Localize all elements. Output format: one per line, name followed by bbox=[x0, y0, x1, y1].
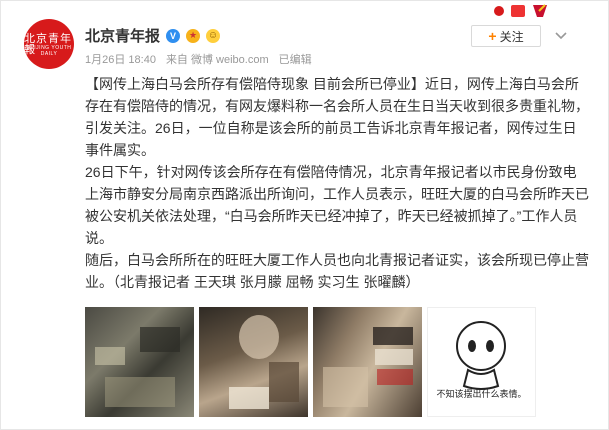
post-meta: 1月26日 18:40 来自 微博 weibo.com 已编辑 bbox=[85, 51, 312, 67]
verified-v-icon[interactable]: V bbox=[166, 28, 181, 43]
avatar-logo-subtext: BEIJING YOUTH DAILY bbox=[26, 45, 72, 57]
medal-icon[interactable]: ★ bbox=[186, 28, 201, 43]
image-thumbnail-1[interactable] bbox=[85, 307, 194, 417]
avatar[interactable]: 北京青年報 BEIJING YOUTH DAILY bbox=[24, 19, 74, 69]
chevron-down-icon[interactable] bbox=[550, 25, 572, 47]
post-paragraph-1: 【网传上海白马会所存有偿陪侍现象 目前会所已停业】近日，网传上海白马会所存在有偿… bbox=[85, 76, 589, 158]
follow-label: 关注 bbox=[499, 29, 524, 44]
smile-emoji-icon[interactable]: ☺ bbox=[206, 28, 221, 43]
image-thumbnail-2[interactable] bbox=[199, 307, 308, 417]
post-paragraph-3: 随后，白马会所所在的旺旺大厦工作人员也向北青报记者证实，该会所现已停止营业。（北… bbox=[85, 252, 589, 290]
meme-image-thumbnail[interactable]: 不知该摆出什么表情。 bbox=[427, 307, 536, 417]
post-date[interactable]: 1月26日 18:40 bbox=[85, 51, 156, 67]
image-thumbnail-3[interactable] bbox=[313, 307, 422, 417]
account-name[interactable]: 北京青年报 bbox=[85, 25, 160, 46]
image-thumbnails: 不知该摆出什么表情。 bbox=[85, 307, 536, 417]
meme-caption: 不知该摆出什么表情。 bbox=[436, 389, 527, 399]
festive-decoration-icon bbox=[494, 4, 547, 17]
post-paragraph-2: 26日下午，针对网传该会所存在有偿陪侍情况，北京青年报记者以市民身份致电上海市静… bbox=[85, 164, 589, 246]
follow-button[interactable]: + 关注 bbox=[471, 25, 541, 47]
plus-icon: + bbox=[488, 28, 497, 44]
weibo-post-card: 北京青年報 BEIJING YOUTH DAILY 北京青年报 V ★ ☺ 1月… bbox=[0, 0, 609, 430]
post-text: 【网传上海白马会所存有偿陪侍现象 目前会所已停业】近日，网传上海白马会所存在有偿… bbox=[85, 73, 589, 293]
post-source[interactable]: 来自 微博 weibo.com bbox=[166, 51, 269, 67]
edited-label[interactable]: 已编辑 bbox=[279, 51, 312, 67]
account-name-row: 北京青年报 V ★ ☺ bbox=[85, 25, 221, 46]
